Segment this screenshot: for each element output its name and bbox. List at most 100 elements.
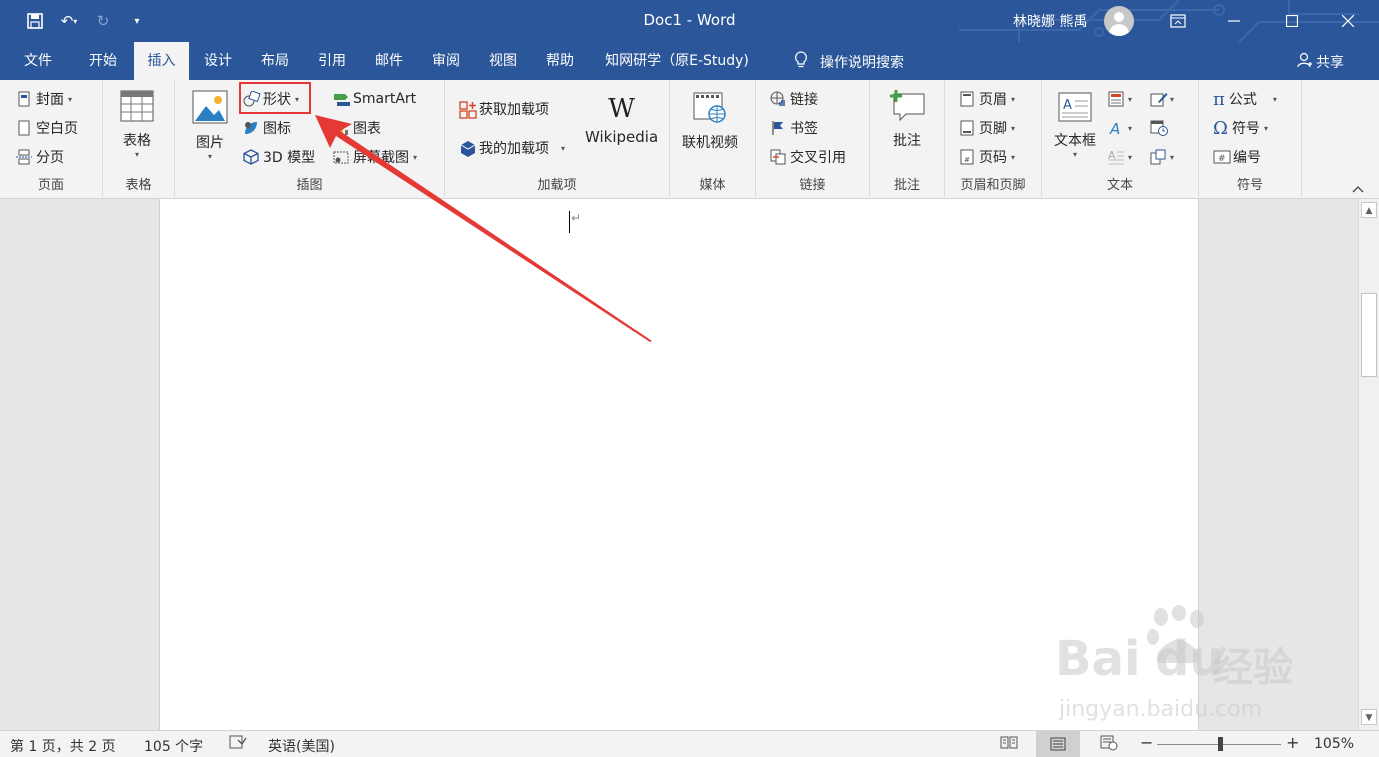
- date-time-button[interactable]: [1150, 116, 1168, 140]
- comments-group: 批注 批注: [870, 80, 945, 197]
- share-button[interactable]: 共享: [1296, 52, 1344, 72]
- title-bar: ↶ ▾ ↻ ▾ Doc1 - Word 林晓娜 熊禹: [0, 0, 1379, 42]
- table-icon: [120, 90, 154, 126]
- icons-button[interactable]: 图标: [243, 116, 291, 140]
- minimize-icon[interactable]: [1212, 0, 1256, 42]
- signature-icon: [1150, 91, 1168, 107]
- number-button[interactable]: # 编号: [1213, 145, 1261, 169]
- number-icon: #: [1213, 149, 1231, 165]
- page-number-icon: #: [959, 149, 975, 165]
- share-label: 共享: [1316, 55, 1344, 71]
- vertical-scrollbar[interactable]: ▲ ▼: [1358, 199, 1379, 730]
- footer-icon: [959, 120, 975, 136]
- link-button[interactable]: 链接: [770, 87, 818, 111]
- svg-text:A: A: [1109, 120, 1120, 136]
- zoom-out-icon[interactable]: −: [1140, 733, 1153, 752]
- lightbulb-icon: [794, 51, 808, 73]
- watermark-brand-3: 经验: [1213, 645, 1293, 691]
- pi-icon: π: [1213, 88, 1225, 110]
- tab-mailings[interactable]: 邮件: [363, 42, 415, 80]
- baidu-watermark: Bai du 经验 jingyan.baidu.com: [1055, 605, 1305, 735]
- cross-reference-icon: [770, 149, 786, 165]
- tab-design[interactable]: 设计: [192, 42, 244, 80]
- ribbon-display-options-icon[interactable]: [1156, 0, 1200, 42]
- new-comment-button[interactable]: 批注: [888, 90, 926, 150]
- tab-insert[interactable]: 插入: [134, 42, 189, 80]
- scroll-up-arrow-icon[interactable]: ▲: [1361, 202, 1377, 218]
- text-box-button[interactable]: A 文本框 ▾: [1054, 92, 1096, 159]
- tell-me-label: 操作说明搜索: [820, 55, 904, 71]
- online-video-button[interactable]: 联机视频: [682, 92, 738, 152]
- proofing-icon[interactable]: [229, 734, 247, 754]
- tab-references[interactable]: 引用: [306, 42, 358, 80]
- avatar[interactable]: [1104, 6, 1134, 36]
- footer-button[interactable]: 页脚 ▾: [959, 116, 1015, 140]
- tab-view[interactable]: 视图: [477, 42, 529, 80]
- pictures-button[interactable]: 图片 ▾: [192, 90, 228, 161]
- svg-text:A: A: [1063, 98, 1072, 113]
- page-count[interactable]: 第 1 页，共 2 页: [10, 736, 116, 756]
- header-button[interactable]: 页眉 ▾: [959, 87, 1015, 111]
- watermark-brand: Bai: [1055, 631, 1141, 687]
- wordart-button[interactable]: A ▾: [1108, 116, 1132, 140]
- blank-page-button[interactable]: 空白页: [16, 116, 78, 140]
- picture-icon: [192, 90, 228, 128]
- symbols-group: π 公式 ▾ Ω 符号 ▾ # 编号 符号: [1199, 80, 1302, 197]
- collapse-ribbon-icon[interactable]: [1352, 182, 1364, 196]
- person-icon: [1296, 52, 1312, 72]
- tab-help[interactable]: 帮助: [534, 42, 586, 80]
- text-group: A 文本框 ▾ ▾ A ▾ A ▾ ▾ ▾ 文本: [1042, 80, 1199, 197]
- tab-home[interactable]: 开始: [78, 42, 128, 80]
- page-number-button[interactable]: # 页码 ▾: [959, 145, 1015, 169]
- header-footer-group-label: 页眉和页脚: [960, 178, 1026, 193]
- cross-reference-button[interactable]: 交叉引用: [770, 145, 846, 169]
- word-count[interactable]: 105 个字: [144, 736, 203, 756]
- user-name[interactable]: 林晓娜 熊禹: [1013, 11, 1087, 31]
- equation-button[interactable]: π 公式 ▾: [1213, 87, 1277, 111]
- tab-review[interactable]: 审阅: [420, 42, 472, 80]
- globe-link-icon: [770, 91, 786, 107]
- media-group-label: 媒体: [699, 178, 726, 193]
- read-mode-icon[interactable]: [1000, 735, 1018, 753]
- zoom-level[interactable]: 105%: [1314, 736, 1354, 752]
- tab-estudy[interactable]: 知网研学（原E-Study): [594, 42, 760, 80]
- object-icon: [1150, 149, 1166, 165]
- object-button[interactable]: ▾: [1150, 145, 1174, 169]
- language[interactable]: 英语(美国): [268, 736, 335, 756]
- page-break-button[interactable]: 分页: [16, 145, 64, 169]
- scroll-down-arrow-icon[interactable]: ▼: [1361, 709, 1377, 725]
- svg-text:#: #: [1218, 154, 1226, 164]
- cover-page-button[interactable]: 封面 ▾: [16, 87, 72, 111]
- text-group-label: 文本: [1106, 178, 1133, 193]
- table-button[interactable]: 表格 ▾: [120, 90, 154, 159]
- comment-icon: [888, 90, 926, 126]
- quick-parts-button[interactable]: ▾: [1108, 87, 1132, 111]
- signature-line-button[interactable]: ▾: [1150, 87, 1174, 111]
- drop-cap-button[interactable]: A ▾: [1108, 145, 1132, 169]
- bookmark-icon: [770, 120, 786, 136]
- annotation-arrow: [315, 115, 652, 342]
- bookmark-button[interactable]: 书签: [770, 116, 818, 140]
- header-footer-group: 页眉 ▾ 页脚 ▾ # 页码 ▾ 页眉和页脚: [945, 80, 1042, 197]
- maximize-icon[interactable]: [1270, 0, 1314, 42]
- tell-me-search[interactable]: 操作说明搜索: [794, 51, 904, 73]
- cube-icon: [243, 149, 259, 165]
- tables-group-label: 表格: [125, 178, 152, 193]
- links-group: 链接 书签 交叉引用 链接: [756, 80, 870, 197]
- pages-group-label: 页面: [37, 178, 64, 193]
- page-break-icon: [16, 149, 32, 165]
- watermark-url: jingyan.baidu.com: [1059, 697, 1263, 722]
- tab-layout[interactable]: 布局: [249, 42, 301, 80]
- cover-page-icon: [16, 91, 32, 107]
- tab-file[interactable]: 文件: [14, 42, 62, 80]
- zoom-slider-thumb[interactable]: [1218, 737, 1223, 751]
- icons-icon: [243, 120, 259, 136]
- scrollbar-thumb[interactable]: [1361, 293, 1377, 377]
- zoom-in-icon[interactable]: +: [1286, 733, 1299, 752]
- media-group: 联机视频 媒体: [670, 80, 756, 197]
- omega-icon: Ω: [1213, 117, 1228, 139]
- comments-group-label: 批注: [893, 178, 920, 193]
- close-icon[interactable]: [1326, 0, 1370, 42]
- web-layout-icon[interactable]: [1100, 735, 1118, 755]
- symbol-button[interactable]: Ω 符号 ▾: [1213, 116, 1268, 140]
